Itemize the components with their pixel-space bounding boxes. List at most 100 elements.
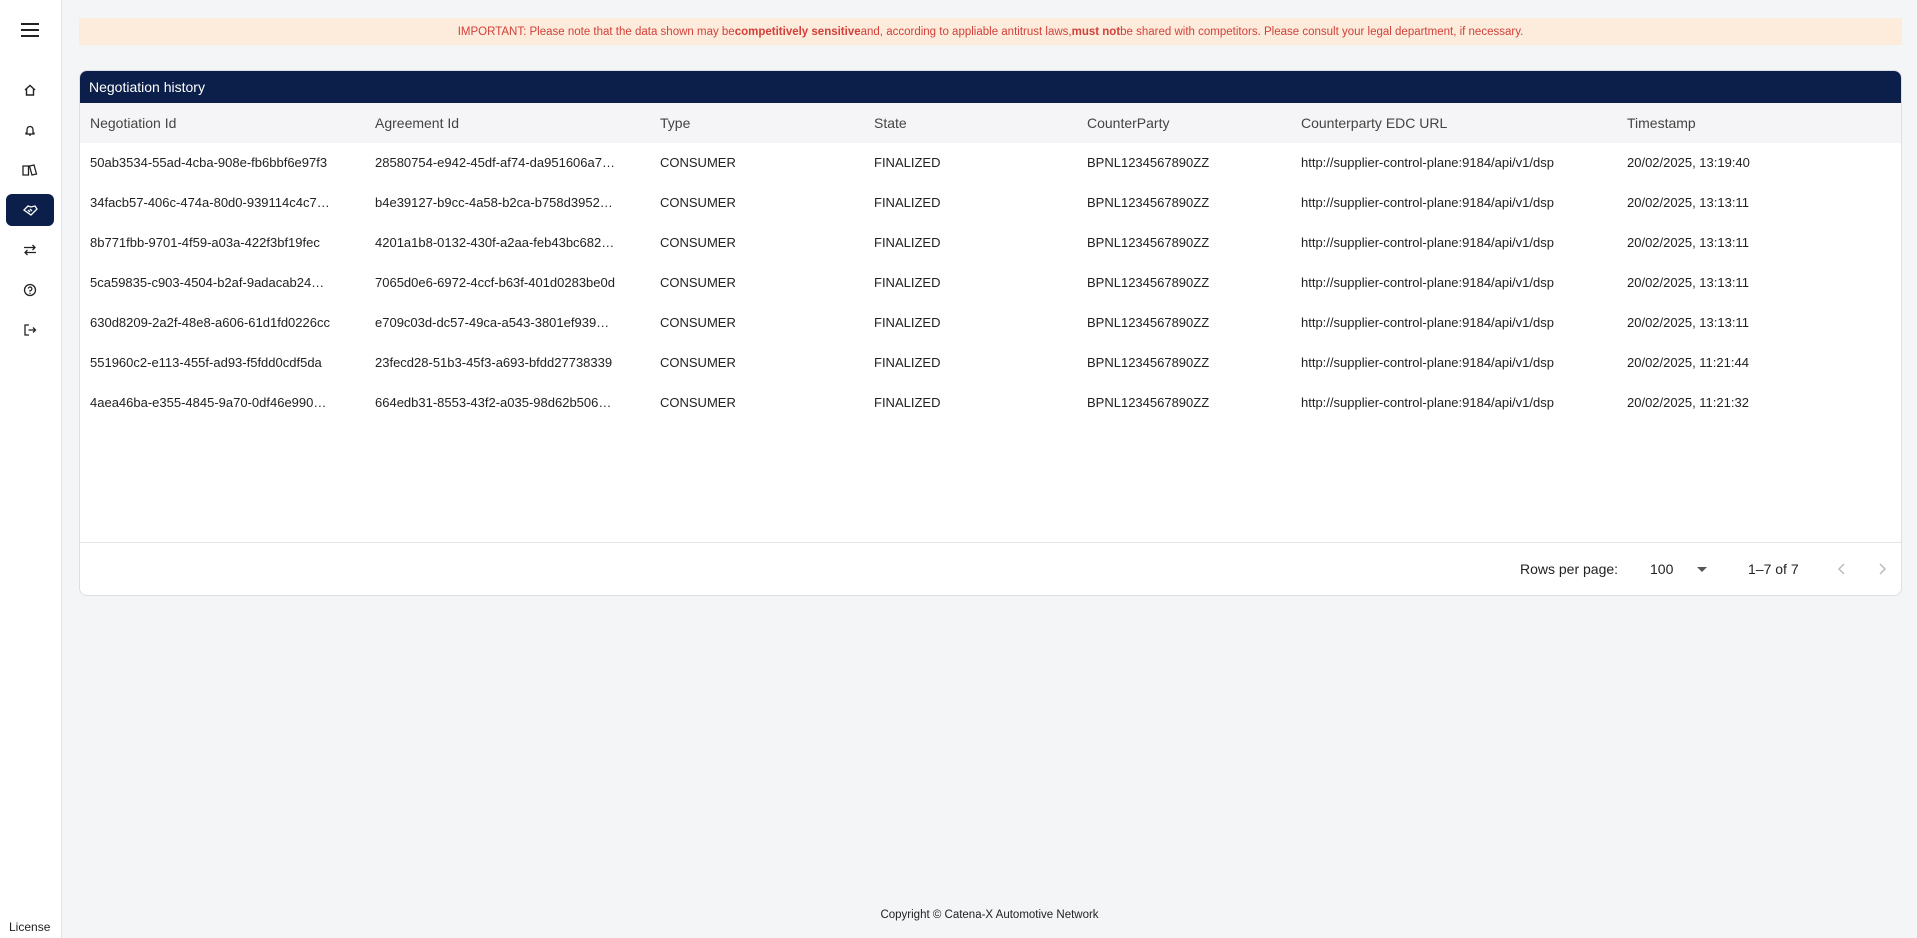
cell-timestamp: 20/02/2025, 13:19:40	[1627, 155, 1750, 170]
cell-state: FINALIZED	[874, 235, 941, 250]
cell-negotiation-id: 50ab3534-55ad-4cba-908e-fb6bbf6e97f3	[90, 155, 328, 170]
sidebar-item-logout[interactable]	[6, 314, 54, 346]
table-row[interactable]: 4aea46ba-e355-4845-9a70-0df46e990… 664ed…	[80, 383, 1901, 423]
cell-counterparty-edc-url: http://supplier-control-plane:9184/api/v…	[1301, 355, 1554, 370]
logout-icon	[24, 324, 37, 336]
cell-counterparty-edc-url: http://supplier-control-plane:9184/api/v…	[1301, 155, 1554, 170]
cell-timestamp: 20/02/2025, 13:13:11	[1627, 235, 1749, 250]
cell-state: FINALIZED	[874, 355, 941, 370]
transfer-icon	[24, 244, 36, 256]
cell-agreement-id: 4201a1b8-0132-430f-a2aa-feb43bc682…	[375, 235, 615, 250]
table-body: 50ab3534-55ad-4cba-908e-fb6bbf6e97f3 285…	[80, 143, 1901, 541]
table-row[interactable]: 8b771fbb-9701-4f59-a03a-422f3bf19fec 420…	[80, 223, 1901, 263]
column-header-agreement-id[interactable]: Agreement Id	[375, 103, 649, 143]
banner-bold-2: must not	[1071, 25, 1121, 38]
handshake-icon	[22, 205, 38, 216]
cell-counterparty: BPNL1234567890ZZ	[1087, 235, 1210, 250]
chevron-right-icon	[1879, 563, 1887, 575]
chevron-down-icon[interactable]	[1697, 567, 1707, 572]
home-icon	[24, 84, 36, 96]
cell-negotiation-id: 630d8209-2a2f-48e8-a606-61d1fd0226cc	[90, 315, 330, 330]
banner-text-1: IMPORTANT: Please note that the data sho…	[457, 25, 735, 38]
cell-state: FINALIZED	[874, 395, 941, 410]
table-row[interactable]: 630d8209-2a2f-48e8-a606-61d1fd0226cc e70…	[80, 303, 1901, 343]
negotiation-history-card: Negotiation history Negotiation Id Agree…	[79, 70, 1902, 596]
license-link[interactable]: License	[9, 920, 50, 934]
cell-negotiation-id: 5ca59835-c903-4504-b2af-9adacab24…	[90, 275, 325, 290]
cell-agreement-id: e709c03d-dc57-49ca-a543-3801ef939…	[375, 315, 610, 330]
cell-counterparty-edc-url: http://supplier-control-plane:9184/api/v…	[1301, 275, 1554, 290]
pagination-bar: Rows per page: 100 1–7 of 7	[80, 542, 1901, 595]
cell-counterparty-edc-url: http://supplier-control-plane:9184/api/v…	[1301, 195, 1554, 210]
cell-counterparty: BPNL1234567890ZZ	[1087, 355, 1210, 370]
book-icon	[22, 164, 38, 176]
cell-counterparty: BPNL1234567890ZZ	[1087, 315, 1210, 330]
cell-counterparty: BPNL1234567890ZZ	[1087, 195, 1210, 210]
cell-counterparty-edc-url: http://supplier-control-plane:9184/api/v…	[1301, 235, 1554, 250]
table-row[interactable]: 5ca59835-c903-4504-b2af-9adacab24… 7065d…	[80, 263, 1901, 303]
cell-negotiation-id: 8b771fbb-9701-4f59-a03a-422f3bf19fec	[90, 235, 320, 250]
cell-counterparty: BPNL1234567890ZZ	[1087, 395, 1210, 410]
cell-counterparty-edc-url: http://supplier-control-plane:9184/api/v…	[1301, 395, 1554, 410]
cell-type: CONSUMER	[660, 155, 736, 170]
antitrust-banner: IMPORTANT: Please note that the data sho…	[79, 18, 1902, 45]
cell-type: CONSUMER	[660, 275, 736, 290]
bell-icon	[25, 125, 35, 136]
column-header-timestamp[interactable]: Timestamp	[1627, 103, 1877, 143]
previous-page-button[interactable]	[1830, 557, 1854, 581]
table-row[interactable]: 551960c2-e113-455f-ad93-f5fdd0cdf5da 23f…	[80, 343, 1901, 383]
cell-timestamp: 20/02/2025, 11:21:32	[1627, 395, 1749, 410]
table-row[interactable]: 50ab3534-55ad-4cba-908e-fb6bbf6e97f3 285…	[80, 143, 1901, 183]
cell-agreement-id: 664edb31-8553-43f2-a035-98d62b506…	[375, 395, 612, 410]
page-range: 1–7 of 7	[1748, 561, 1799, 577]
cell-timestamp: 20/02/2025, 13:13:11	[1627, 275, 1749, 290]
cell-type: CONSUMER	[660, 355, 736, 370]
card-title: Negotiation history	[80, 71, 1901, 103]
cell-counterparty: BPNL1234567890ZZ	[1087, 275, 1210, 290]
column-header-negotiation-id[interactable]: Negotiation Id	[90, 103, 362, 143]
sidebar-item-catalog[interactable]	[6, 154, 54, 186]
cell-timestamp: 20/02/2025, 13:13:11	[1627, 195, 1749, 210]
cell-negotiation-id: 4aea46ba-e355-4845-9a70-0df46e990…	[90, 395, 327, 410]
sidebar-item-help[interactable]	[6, 274, 54, 306]
cell-state: FINALIZED	[874, 275, 941, 290]
cell-agreement-id: 7065d0e6-6972-4ccf-b63f-401d0283be0d	[375, 275, 615, 290]
cell-counterparty-edc-url: http://supplier-control-plane:9184/api/v…	[1301, 315, 1554, 330]
banner-text-3: be shared with competitors. Please consu…	[1120, 25, 1524, 38]
chevron-left-icon	[1837, 563, 1845, 575]
next-page-button[interactable]	[1870, 557, 1894, 581]
column-header-state[interactable]: State	[874, 103, 1074, 143]
cell-agreement-id: b4e39127-b9cc-4a58-b2ca-b758d3952…	[375, 195, 613, 210]
cell-type: CONSUMER	[660, 315, 736, 330]
table-row[interactable]: 34facb57-406c-474a-80d0-939114c4c7… b4e3…	[80, 183, 1901, 223]
banner-bold-1: competitively sensitive	[734, 25, 861, 38]
copyright-text: Copyright © Catena-X Automotive Network	[880, 909, 1099, 921]
cell-agreement-id: 28580754-e942-45df-af74-da951606a7…	[375, 155, 615, 170]
cell-counterparty: BPNL1234567890ZZ	[1087, 155, 1210, 170]
cell-negotiation-id: 34facb57-406c-474a-80d0-939114c4c7…	[90, 195, 330, 210]
rows-per-page-select[interactable]: 100	[1650, 561, 1673, 577]
column-header-counterparty-edc-url[interactable]: Counterparty EDC URL	[1301, 103, 1621, 143]
column-header-counterparty[interactable]: CounterParty	[1087, 103, 1287, 143]
sidebar: License	[0, 0, 62, 938]
sidebar-item-home[interactable]	[6, 74, 54, 106]
cell-state: FINALIZED	[874, 195, 941, 210]
sidebar-item-transfers[interactable]	[6, 234, 54, 266]
cell-type: CONSUMER	[660, 195, 736, 210]
cell-type: CONSUMER	[660, 235, 736, 250]
cell-agreement-id: 23fecd28-51b3-45f3-a693-bfdd27738339	[375, 355, 613, 370]
menu-icon[interactable]	[18, 18, 42, 42]
banner-text-2: and, according to appliable antitrust la…	[860, 25, 1072, 38]
rows-per-page-label: Rows per page:	[1520, 561, 1619, 577]
cell-state: FINALIZED	[874, 155, 941, 170]
cell-timestamp: 20/02/2025, 13:13:11	[1627, 315, 1749, 330]
sidebar-item-negotiations[interactable]	[6, 194, 54, 226]
cell-timestamp: 20/02/2025, 11:21:44	[1627, 355, 1749, 370]
table-header: Negotiation Id Agreement Id Type State C…	[80, 103, 1901, 143]
sidebar-item-notifications[interactable]	[6, 114, 54, 146]
column-header-type[interactable]: Type	[660, 103, 860, 143]
cell-type: CONSUMER	[660, 395, 736, 410]
cell-state: FINALIZED	[874, 315, 941, 330]
help-icon	[23, 283, 37, 297]
cell-negotiation-id: 551960c2-e113-455f-ad93-f5fdd0cdf5da	[90, 355, 322, 370]
